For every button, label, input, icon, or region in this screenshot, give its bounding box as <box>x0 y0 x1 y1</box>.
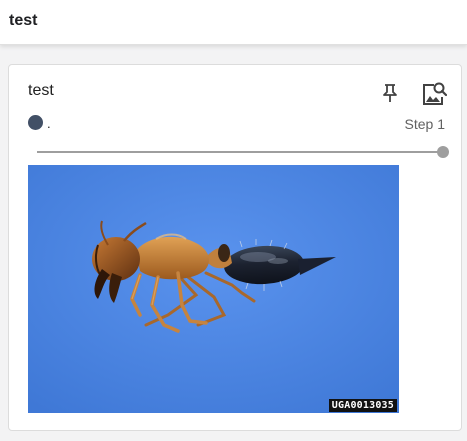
run-name: . <box>47 116 51 131</box>
image-watermark: UGA0013035 <box>328 399 397 412</box>
ant-image: UGA0013035 <box>28 165 399 413</box>
card-title: test <box>28 82 54 99</box>
run-color-dot <box>28 115 43 130</box>
image-search-button[interactable] <box>421 79 448 107</box>
slider-fill <box>37 151 443 153</box>
page-title: test <box>9 12 38 29</box>
image-search-icon <box>423 82 448 105</box>
image-card: test . Step 1 UGA0013035 <box>8 64 462 431</box>
slider-thumb[interactable] <box>437 146 449 158</box>
pin-icon <box>383 84 397 102</box>
pin-button[interactable] <box>380 82 400 104</box>
ant-illustration <box>28 165 399 413</box>
step-label: Step 1 <box>404 116 445 132</box>
step-slider[interactable] <box>37 145 449 159</box>
top-bar: test <box>0 0 467 45</box>
